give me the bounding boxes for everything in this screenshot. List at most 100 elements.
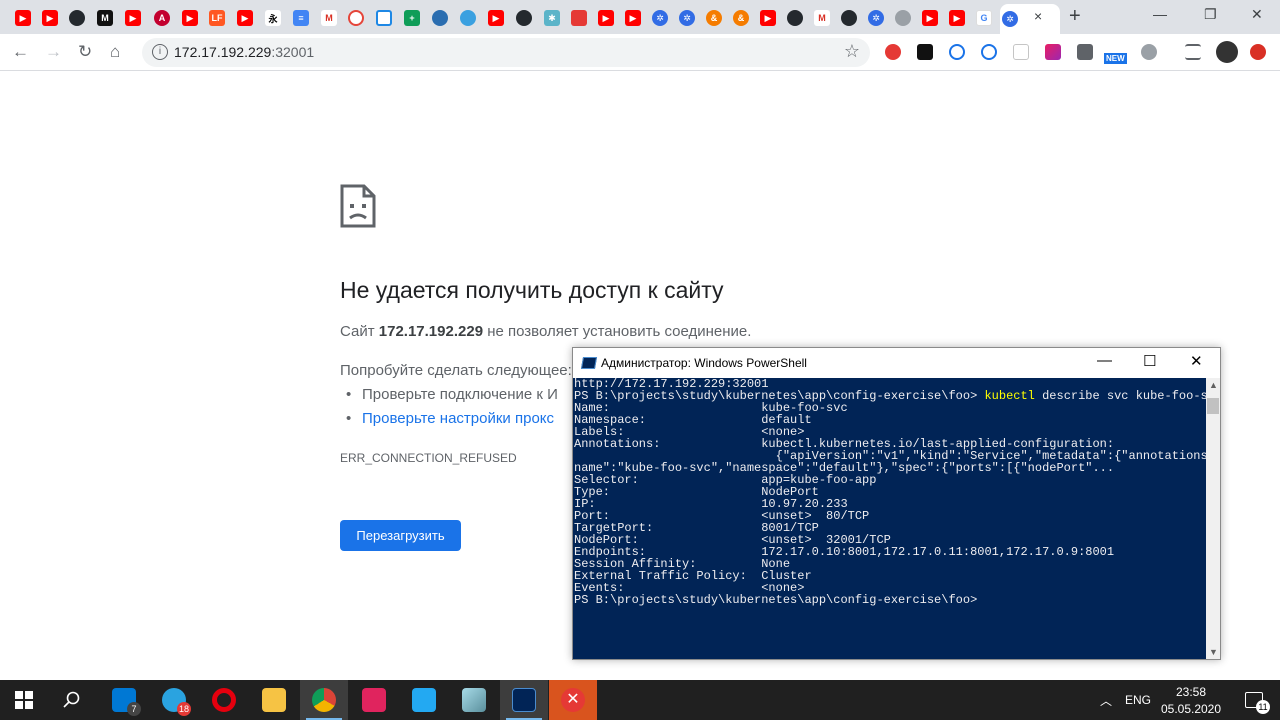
extension-icon[interactable] xyxy=(1013,44,1029,60)
tab-lf[interactable]: LF xyxy=(206,7,228,29)
taskbar-mail[interactable]: 7 xyxy=(100,680,148,720)
tab-kubernetes[interactable]: ✲ xyxy=(649,7,671,29)
reload-button[interactable]: Перезагрузить xyxy=(340,520,461,551)
tab-youtube[interactable]: ▶ xyxy=(234,7,256,29)
tab-github[interactable] xyxy=(513,7,535,29)
tab-github[interactable] xyxy=(66,7,88,29)
new-tab-button[interactable]: + xyxy=(1069,5,1081,28)
tab-youtube[interactable]: ▶ xyxy=(39,7,61,29)
tab-google[interactable]: G xyxy=(973,7,995,29)
tab-youtube[interactable]: ▶ xyxy=(622,7,644,29)
console-output[interactable]: http://172.17.192.229:32001 PS B:\project… xyxy=(573,378,1206,659)
tab-youtube[interactable]: ▶ xyxy=(595,7,617,29)
tab-opera[interactable] xyxy=(345,7,367,29)
tab-angular[interactable]: A xyxy=(151,7,173,29)
tab-m[interactable]: M xyxy=(94,7,116,29)
youtube-icon: ▶ xyxy=(182,10,198,26)
search-extension-icon[interactable] xyxy=(949,44,965,60)
tab-globe[interactable] xyxy=(892,7,914,29)
clock-date[interactable]: 05.05.2020 xyxy=(1160,702,1222,716)
avatar[interactable] xyxy=(1216,41,1238,63)
search-button[interactable] xyxy=(48,680,96,720)
lf-icon: LF xyxy=(209,10,225,26)
tab-hieroglyph[interactable]: 永 xyxy=(262,7,284,29)
tab-docs[interactable]: ≡ xyxy=(290,7,312,29)
tab-site[interactable]: ✱ xyxy=(541,7,563,29)
kubernetes-icon: ✲ xyxy=(1002,11,1018,27)
tab-youtube[interactable]: ▶ xyxy=(179,7,201,29)
tab-youtube[interactable]: ▶ xyxy=(12,7,34,29)
maximize-icon[interactable]: ☐ xyxy=(1143,352,1156,370)
tab-site[interactable] xyxy=(568,7,590,29)
tab-sheets[interactable]: + xyxy=(401,7,423,29)
extension-icon[interactable] xyxy=(1141,44,1157,60)
tab-kubernetes[interactable]: ✲ xyxy=(676,7,698,29)
tab-github[interactable] xyxy=(838,7,860,29)
tab-close-icon[interactable]: × xyxy=(1034,8,1042,24)
target-extension-icon[interactable] xyxy=(885,44,901,60)
scroll-down-icon[interactable]: ▼ xyxy=(1209,647,1218,657)
powershell-window[interactable]: Администратор: Windows PowerShell — ☐ ✕ … xyxy=(572,347,1221,660)
scroll-thumb[interactable] xyxy=(1207,398,1219,414)
clock-time[interactable]: 23:58 xyxy=(1160,685,1222,699)
windows-logo-icon xyxy=(15,691,33,709)
address-bar[interactable]: i 172.17.192.229:32001 ☆ xyxy=(142,38,870,67)
back-arrow-icon[interactable]: ← xyxy=(12,42,29,62)
url-text[interactable]: 172.17.192.229:32001 xyxy=(174,44,314,60)
tab-ampersand[interactable]: & xyxy=(730,7,752,29)
chevron-up-icon[interactable]: ︿ xyxy=(1100,692,1112,709)
minimize-icon[interactable]: — xyxy=(1097,352,1112,369)
taskbar-powershell[interactable] xyxy=(500,680,548,720)
tab-github[interactable] xyxy=(784,7,806,29)
tab-active[interactable]: ✲ xyxy=(1000,4,1060,34)
tab-youtube[interactable]: ▶ xyxy=(122,7,144,29)
search-extension-icon[interactable] xyxy=(981,44,997,60)
youtube-icon: ▶ xyxy=(125,10,141,26)
suggestion-proxy-link[interactable]: Проверьте настройки прокс xyxy=(346,410,554,427)
powershell-titlebar[interactable]: Администратор: Windows PowerShell — ☐ ✕ xyxy=(573,348,1220,378)
github-icon xyxy=(787,10,803,26)
gmail-icon: M xyxy=(814,10,830,26)
tab-site[interactable] xyxy=(429,7,451,29)
start-button[interactable] xyxy=(0,680,48,720)
tab-youtube[interactable]: ▶ xyxy=(919,7,941,29)
console-lines: http://172.17.192.229:32001 PS B:\project… xyxy=(574,378,1206,606)
taskbar-chrome[interactable] xyxy=(300,680,348,720)
tab-site[interactable] xyxy=(457,7,479,29)
eyedropper-extension-icon[interactable] xyxy=(1077,44,1093,60)
taskbar-telegram[interactable]: 18 xyxy=(150,680,198,720)
language-indicator[interactable]: ENG xyxy=(1125,693,1151,707)
forward-arrow-icon[interactable]: → xyxy=(45,42,62,62)
notification-button[interactable]: 11 xyxy=(1228,680,1280,720)
tab-youtube[interactable]: ▶ xyxy=(757,7,779,29)
reload-icon[interactable]: ↻ xyxy=(78,42,92,62)
tab-window[interactable] xyxy=(373,7,395,29)
new-extension-icon[interactable]: NEW xyxy=(1104,40,1130,64)
taskbar-opera[interactable] xyxy=(200,680,248,720)
tab-gmail[interactable]: M xyxy=(811,7,833,29)
taskbar-git[interactable] xyxy=(350,680,398,720)
close-window-icon[interactable]: ✕ xyxy=(1251,6,1263,23)
info-icon[interactable]: i xyxy=(152,44,168,60)
tab-gmail[interactable]: M xyxy=(318,7,340,29)
minimize-icon[interactable]: — xyxy=(1153,6,1167,22)
bookmark-star-icon[interactable]: ☆ xyxy=(844,41,860,62)
taskbar-explorer[interactable] xyxy=(250,680,298,720)
home-icon[interactable]: ⌂ xyxy=(110,42,120,62)
scrollbar[interactable]: ▲ ▼ xyxy=(1206,378,1220,659)
taskbar-vscode[interactable] xyxy=(400,680,448,720)
tab-youtube[interactable]: ▶ xyxy=(485,7,507,29)
extension-icon[interactable] xyxy=(917,44,933,60)
media-control-icon[interactable] xyxy=(1185,44,1201,60)
tab-ampersand[interactable]: & xyxy=(703,7,725,29)
taskbar-app[interactable] xyxy=(450,680,498,720)
taskbar-error-app[interactable]: ✕ xyxy=(549,680,597,720)
tab-youtube[interactable]: ▶ xyxy=(946,7,968,29)
close-icon[interactable]: ✕ xyxy=(1190,352,1203,370)
restore-icon[interactable]: ❐ xyxy=(1204,6,1217,23)
scroll-up-icon[interactable]: ▲ xyxy=(1209,380,1218,390)
extension-icon[interactable] xyxy=(1045,44,1061,60)
update-icon[interactable] xyxy=(1250,44,1266,60)
youtube-icon: ▶ xyxy=(42,10,58,26)
tab-kubernetes[interactable]: ✲ xyxy=(865,7,887,29)
